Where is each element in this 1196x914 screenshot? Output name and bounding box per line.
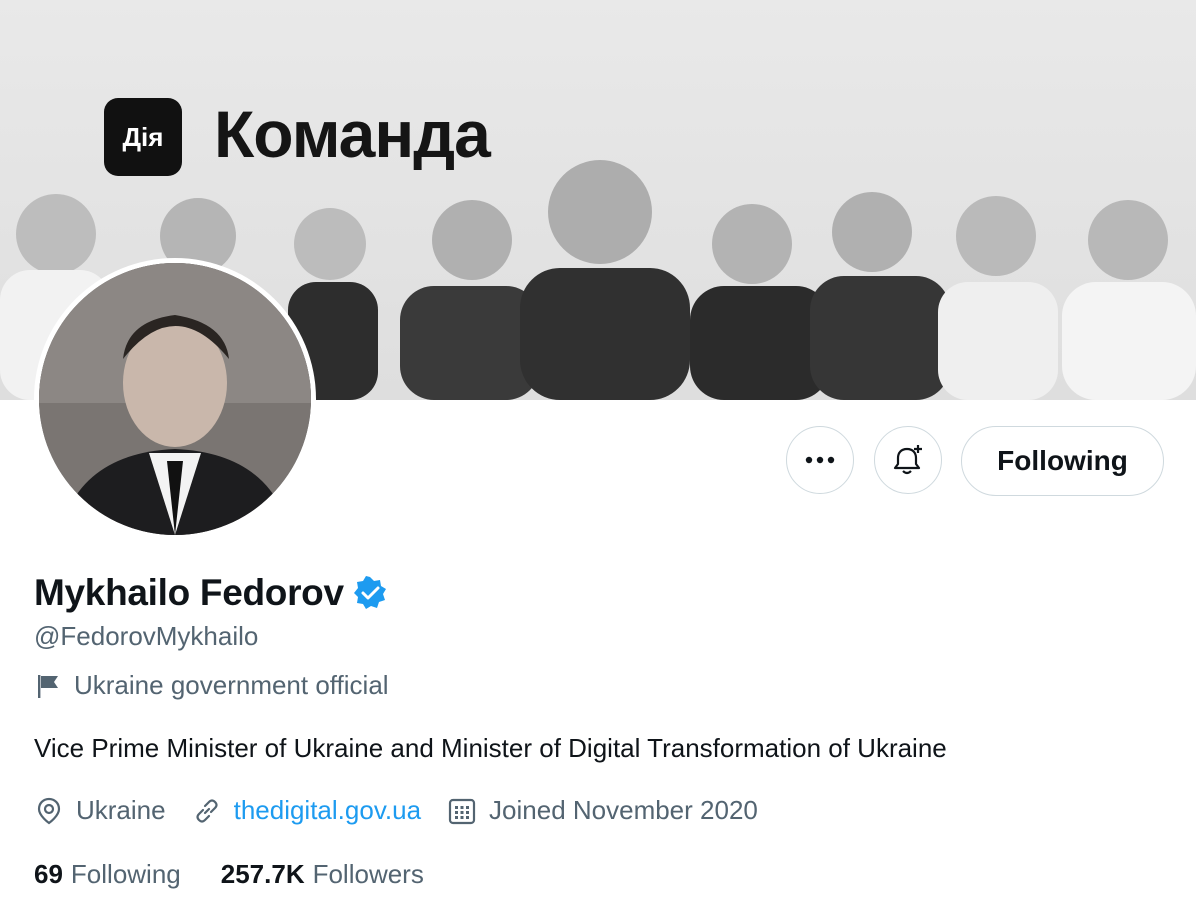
joined-item: Joined November 2020 (447, 795, 758, 826)
notifications-button[interactable] (874, 426, 942, 494)
affiliation-label: Ukraine government official (34, 670, 389, 701)
profile-meta: Ukraine thedigital.gov.ua Joined Novembe… (34, 795, 784, 826)
calendar-icon (448, 798, 476, 824)
following-stat-link[interactable]: 69 Following (34, 859, 181, 890)
display-name: Mykhailo Fedorov (34, 572, 344, 613)
username-handle: @FedorovMykhailo (34, 621, 259, 651)
profile-bio: Vice Prime Minister of Ukraine and Minis… (34, 733, 947, 763)
follow-stats: 69 Following 257.7K Followers (34, 859, 464, 890)
followers-count: 257.7K (220, 859, 305, 889)
joined-text: Joined November 2020 (489, 795, 758, 825)
diia-logo: Дія (104, 98, 182, 176)
followers-stat-link[interactable]: 257.7K Followers (221, 859, 424, 890)
followers-stat-label: Followers (312, 859, 424, 889)
bell-plus-icon (893, 445, 922, 475)
website-link[interactable]: thedigital.gov.ua (234, 795, 421, 826)
avatar-portrait-icon (39, 263, 311, 535)
affiliation-text: Ukraine government official (74, 670, 389, 700)
banner-title: Команда (214, 97, 491, 171)
avatar[interactable] (34, 258, 316, 540)
more-options-button[interactable] (786, 426, 854, 494)
flag-icon (38, 674, 58, 698)
location-pin-icon (37, 797, 61, 824)
location-text: Ukraine (76, 795, 166, 825)
name-row: Mykhailo Fedorov (34, 572, 388, 614)
following-button[interactable]: Following (961, 426, 1164, 496)
website-item[interactable]: thedigital.gov.ua (192, 795, 421, 826)
following-count: 69 (34, 859, 63, 889)
more-dots-icon (805, 456, 835, 464)
following-stat-label: Following (70, 859, 181, 889)
link-icon (196, 798, 218, 823)
location-item: Ukraine (34, 795, 166, 826)
verified-badge-icon[interactable] (352, 575, 388, 611)
avatar-photo (39, 263, 311, 535)
